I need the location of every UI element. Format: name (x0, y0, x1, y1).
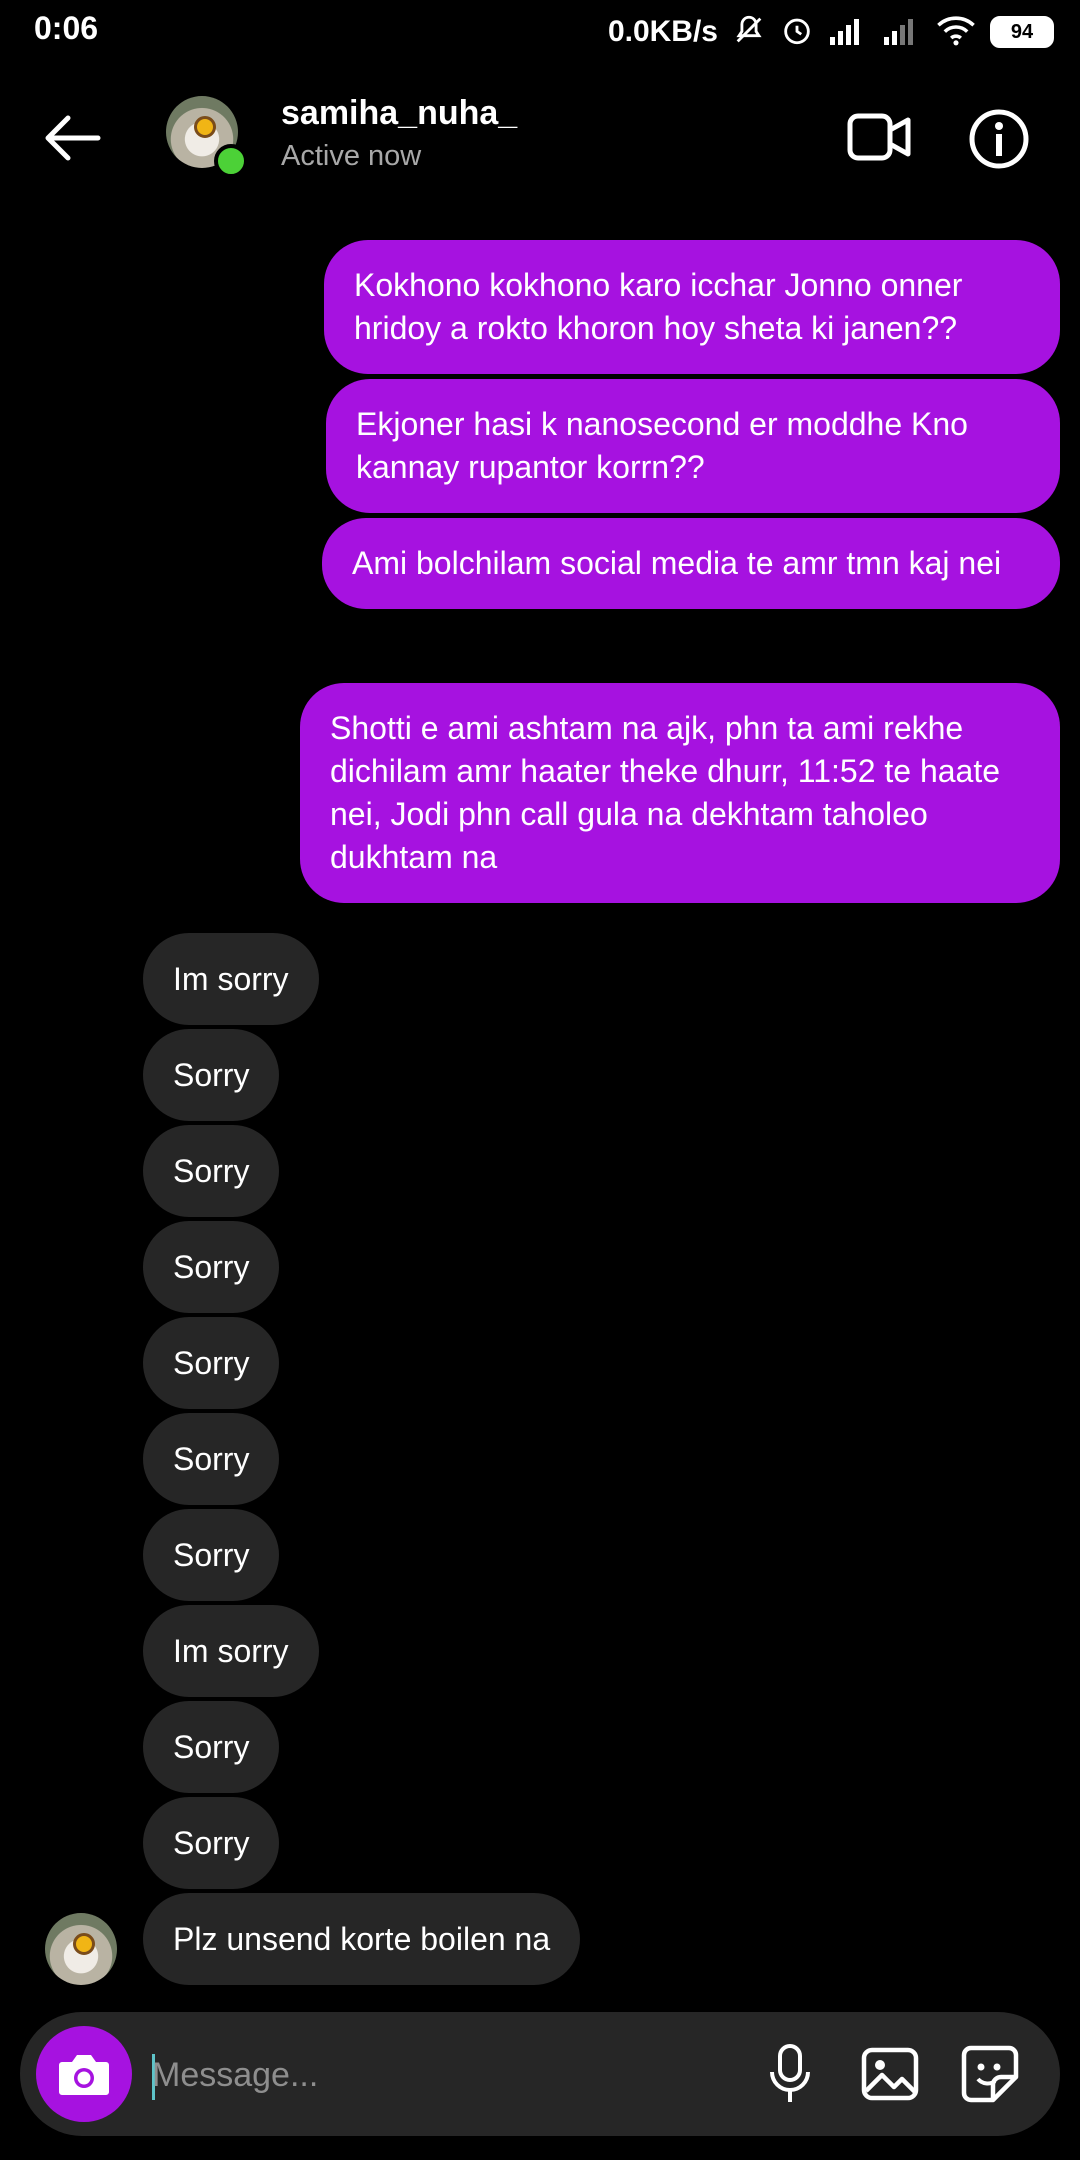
mute-icon (732, 13, 766, 52)
sticker-icon[interactable] (956, 2040, 1024, 2108)
alarm-icon (780, 13, 814, 52)
message-composer (20, 2012, 1060, 2136)
info-icon[interactable] (968, 108, 1034, 169)
incoming-message[interactable]: Sorry (143, 1701, 280, 1793)
chat-username[interactable]: samiha_nuha_ (281, 94, 517, 133)
outgoing-message[interactable]: Ami bolchilam social media te amr tmn ka… (322, 518, 1060, 609)
incoming-message[interactable]: Plz unsend korte boilen na (143, 1893, 581, 1985)
video-call-icon[interactable] (846, 108, 912, 166)
incoming-message[interactable]: Sorry (143, 1029, 280, 1121)
signal-icon (882, 15, 922, 50)
network-speed: 0.0KB/s (607, 15, 718, 48)
incoming-message[interactable]: Im sorry (143, 933, 319, 1025)
battery-indicator: 94 (990, 16, 1054, 48)
status-time: 0:06 (34, 10, 99, 46)
incoming-message[interactable]: Sorry (143, 1413, 280, 1505)
incoming-message[interactable]: Sorry (143, 1125, 280, 1217)
gallery-icon[interactable] (856, 2040, 924, 2108)
incoming-message[interactable]: Sorry (143, 1221, 280, 1313)
incoming-message[interactable]: Sorry (143, 1317, 280, 1409)
chat-header: samiha_nuha_ Active now (0, 80, 1080, 190)
outgoing-message[interactable]: Kokhono kokhono karo icchar Jonno onner … (324, 240, 1060, 374)
back-arrow-icon[interactable] (40, 112, 104, 164)
status-bar: 0:06 0.0KB/s 94 (0, 0, 1080, 64)
sender-avatar[interactable] (45, 1913, 117, 1985)
microphone-icon[interactable] (756, 2040, 824, 2108)
wifi-icon (936, 14, 976, 51)
message-input[interactable] (150, 2042, 714, 2108)
status-icons: 0.0KB/s 94 (608, 10, 1054, 54)
signal-icon (828, 15, 868, 50)
incoming-message[interactable]: Sorry (143, 1509, 280, 1601)
incoming-message[interactable]: Sorry (143, 1797, 280, 1889)
camera-icon[interactable] (36, 2026, 132, 2122)
outgoing-message[interactable]: Shotti e ami ashtam na ajk, phn ta ami r… (300, 683, 1060, 903)
avatar[interactable] (166, 96, 248, 178)
chat-active-status: Active now (281, 140, 422, 172)
online-indicator (214, 144, 248, 178)
incoming-message[interactable]: Im sorry (143, 1605, 319, 1697)
outgoing-message[interactable]: Ekjoner hasi k nanosecond er moddhe Kno … (326, 379, 1060, 513)
